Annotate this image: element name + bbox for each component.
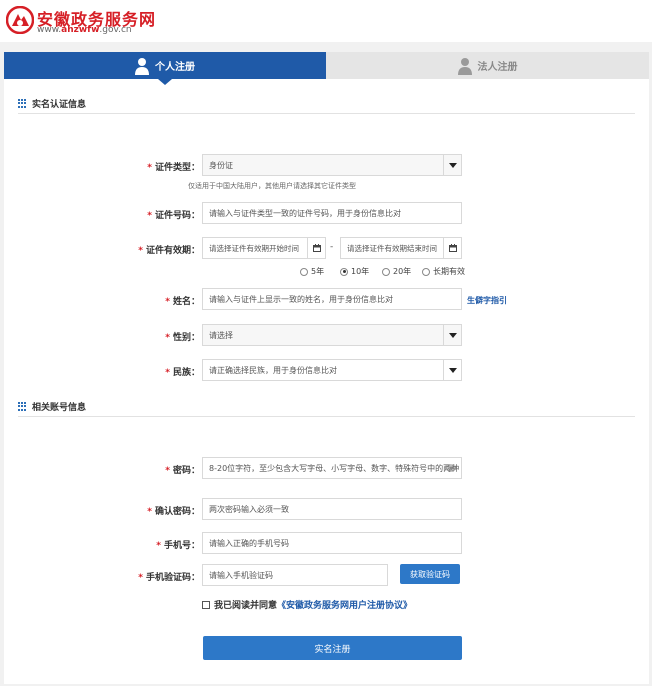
confirm-password-input[interactable]: 两次密码输入必须一致 [202, 498, 462, 520]
validity-label: * 证件有效期： [138, 246, 200, 256]
agreement-text: 我已阅读并同意 [214, 601, 278, 611]
grid-icon [18, 402, 27, 411]
rare-character-guide-link[interactable]: 生僻字指引 [467, 295, 507, 306]
id-number-input[interactable]: 请输入与证件类型一致的证件号码，用于身份信息比对 [202, 202, 462, 224]
validity-option-20y[interactable]: 20年 [382, 266, 411, 277]
person-icon [457, 57, 472, 75]
grid-icon [18, 99, 27, 108]
confirm-password-label: * 确认密码： [147, 507, 200, 517]
section-identity: 实名认证信息 [18, 94, 635, 114]
agreement-row: 我已阅读并同意 《安徽政务服务网用户注册协议》 [202, 598, 412, 611]
active-tab-indicator [158, 79, 172, 85]
radio-icon [300, 267, 308, 276]
person-icon [135, 57, 149, 75]
calendar-icon[interactable] [307, 238, 325, 258]
validity-end-input[interactable]: 请选择证件有效期结束时间 [340, 237, 462, 259]
registration-panel: 个人注册 法人注册 实名认证信息 * 证件类型： 身份证 仅适用于中国大陆用户，其… [4, 52, 649, 684]
ethnicity-select[interactable]: 请正确选择民族，用于身份信息比对 [202, 359, 462, 381]
section-account: 相关账号信息 [18, 397, 635, 417]
sms-code-input[interactable]: 请输入手机验证码 [202, 564, 388, 586]
ethnicity-label: * 民族： [165, 368, 200, 378]
date-separator: - [330, 242, 334, 252]
password-input[interactable]: 8-20位字符，至少包含大写字母、小写字母、数字、特殊符号中的两种 [202, 457, 462, 479]
sms-code-label: * 手机验证码： [138, 573, 200, 583]
calendar-icon[interactable] [443, 238, 461, 258]
radio-icon [422, 267, 430, 276]
get-sms-code-button[interactable]: 获取验证码 [400, 564, 460, 584]
gender-label: * 性别： [165, 333, 200, 343]
chevron-down-icon [443, 325, 461, 345]
agreement-checkbox[interactable] [202, 600, 210, 609]
validity-option-permanent[interactable]: 长期有效 [422, 266, 465, 277]
password-label: * 密码： [165, 466, 200, 476]
validity-option-10y[interactable]: 10年 [340, 266, 369, 277]
agreement-link[interactable]: 《安徽政务服务网用户注册协议》 [277, 598, 412, 611]
validity-start-input[interactable]: 请选择证件有效期开始时间 [202, 237, 326, 259]
chevron-down-icon [443, 155, 461, 175]
validity-option-5y[interactable]: 5年 [300, 266, 324, 277]
gender-select[interactable]: 请选择 [202, 324, 462, 346]
submit-registration-button[interactable]: 实名注册 [203, 636, 462, 660]
id-type-hint: 仅适用于中国大陆用户，其他用户请选择其它证件类型 [188, 182, 356, 190]
section-title: 实名认证信息 [32, 100, 87, 110]
anhui-gov-logo-icon[interactable] [6, 6, 34, 34]
id-number-label: * 证件号码： [147, 211, 200, 221]
tab-label: 法人注册 [477, 62, 518, 73]
tab-personal-registration[interactable]: 个人注册 [4, 52, 326, 79]
id-type-select[interactable]: 身份证 [202, 154, 462, 176]
tab-legal-registration[interactable]: 法人注册 [326, 52, 649, 79]
site-url: www.ahzwfw.gov.cn [37, 25, 132, 35]
name-input[interactable]: 请输入与证件上显示一致的姓名，用于身份信息比对 [202, 288, 462, 310]
chevron-down-icon [443, 360, 461, 380]
phone-input[interactable]: 请输入正确的手机号码 [202, 532, 462, 554]
name-label: * 姓名： [165, 297, 200, 307]
id-type-label: * 证件类型： [147, 163, 200, 173]
tab-label: 个人注册 [155, 62, 195, 73]
radio-icon [382, 267, 390, 276]
radio-selected-icon [340, 267, 348, 276]
eye-icon[interactable] [445, 463, 457, 473]
section-title: 相关账号信息 [32, 403, 87, 413]
phone-label: * 手机号： [156, 541, 200, 551]
site-header: 安徽政务服务网 www.ahzwfw.gov.cn [0, 0, 652, 42]
